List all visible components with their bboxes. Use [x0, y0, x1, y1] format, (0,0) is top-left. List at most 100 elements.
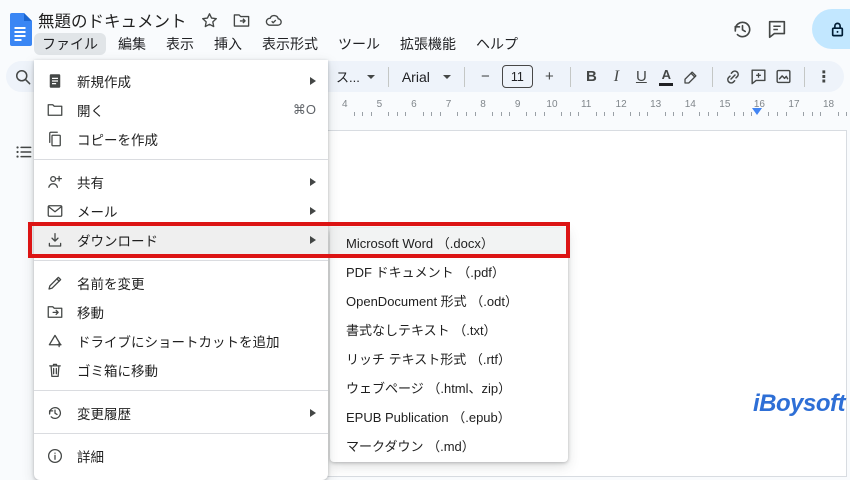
menubar-item-1[interactable]: 編集 — [110, 33, 154, 55]
star-icon[interactable] — [200, 11, 219, 30]
italic-button[interactable]: I — [604, 64, 629, 90]
app-header: 無題のドキュメント ファイル 編集 表示 挿入 表示形式 ツール 拡張機能 ヘルプ — [0, 0, 850, 60]
copy-icon — [46, 130, 64, 148]
ruler-number: 7 — [445, 99, 452, 110]
ruler-number: 6 — [411, 99, 417, 110]
file-menu-item-add-shortcut-to-drive[interactable]: ドライブにショートカットを追加 — [34, 326, 328, 355]
menu-item-label: 詳細 — [77, 449, 104, 465]
menubar-item-6[interactable]: 拡張機能 — [392, 33, 464, 55]
increase-font-size-button[interactable]: + — [537, 64, 562, 90]
google-docs-logo-icon[interactable] — [8, 13, 32, 46]
download-submenu-item-html-zip[interactable]: ウェブページ （.html、zip） — [330, 373, 568, 402]
file-menu-item-rename[interactable]: 名前を変更 — [34, 268, 328, 297]
styles-dropdown-label: ス... — [336, 70, 360, 85]
ruler-tick — [526, 112, 528, 116]
menubar-item-7[interactable]: ヘルプ — [468, 33, 526, 55]
ruler-tick — [561, 112, 563, 116]
menubar-item-0[interactable]: ファイル — [34, 33, 106, 55]
toolbar-divider — [463, 66, 465, 87]
folder-move-icon — [46, 303, 64, 321]
file-menu-item-move[interactable]: 移動 — [34, 297, 328, 326]
share-button[interactable] — [812, 9, 850, 49]
ruler-number: 9 — [514, 99, 521, 110]
menu-divider — [34, 433, 328, 434]
ruler-tick — [803, 112, 805, 116]
download-submenu-item-pdf[interactable]: PDF ドキュメント （.pdf） — [330, 257, 568, 286]
ruler-number: 14 — [684, 99, 696, 110]
styles-dropdown[interactable]: ス... — [331, 67, 380, 86]
ruler-tick — [846, 112, 848, 116]
chevron-down-icon — [366, 74, 375, 79]
menubar-item-2[interactable]: 表示 — [158, 33, 202, 55]
download-submenu-item-txt[interactable]: 書式なしテキスト （.txt） — [330, 315, 568, 344]
highlight-color-button[interactable] — [679, 64, 704, 90]
new-doc-icon — [46, 72, 64, 90]
menubar-item-3[interactable]: 挿入 — [206, 33, 250, 55]
ruler-tick — [396, 112, 398, 116]
version-history-icon[interactable] — [728, 15, 756, 43]
bold-button[interactable]: B — [579, 64, 604, 90]
font-family-dropdown[interactable]: Arial — [397, 69, 456, 85]
decrease-font-size-button[interactable]: − — [473, 64, 498, 90]
ruler-tick — [353, 112, 355, 116]
ruler-tick — [612, 112, 614, 116]
ruler-tick — [630, 112, 632, 116]
color-bar — [659, 83, 674, 86]
ruler-tick — [491, 112, 493, 116]
download-submenu-item-md[interactable]: マークダウン （.md） — [330, 431, 568, 460]
menubar-item-5[interactable]: ツール — [330, 33, 388, 55]
ruler-tick — [716, 112, 718, 116]
underline-button[interactable]: U — [629, 64, 654, 90]
ruler-tick — [733, 112, 735, 116]
menubar-item-4[interactable]: 表示形式 — [254, 33, 326, 55]
font-family-label: Arial — [401, 68, 430, 85]
toolbar-divider — [387, 66, 389, 87]
cloud-saved-icon[interactable] — [264, 11, 283, 30]
file-menu-item-email[interactable]: メール — [34, 196, 328, 225]
ruler-tick — [699, 112, 701, 116]
ruler-tick — [362, 112, 364, 116]
menu-item-shortcut: ⌘O — [292, 101, 316, 117]
text-color-button[interactable]: A — [654, 64, 679, 90]
menu-item-label: ドライブにショートカットを追加 — [77, 334, 280, 350]
history-icon — [46, 404, 64, 422]
ruler-tick — [707, 112, 709, 116]
highlight-annotation — [28, 222, 570, 258]
ruler-tick — [543, 112, 545, 116]
font-size-input[interactable]: 11 — [501, 65, 533, 88]
file-menu-item-open[interactable]: 開く ⌘O — [34, 95, 328, 124]
file-menu-item-move-to-trash[interactable]: ゴミ箱に移動 — [34, 355, 328, 384]
ruler-number: 12 — [615, 99, 627, 110]
document-outline-icon[interactable] — [13, 141, 35, 163]
download-submenu-item-odt[interactable]: OpenDocument 形式 （.odt） — [330, 286, 568, 315]
ruler-number: 4 — [342, 99, 348, 110]
insert-link-button[interactable] — [721, 64, 746, 90]
menu-item-label: メール — [77, 204, 118, 220]
move-to-folder-icon[interactable] — [232, 11, 251, 30]
ruler-tick — [751, 112, 753, 116]
ruler-tick — [509, 112, 511, 116]
ruler-tick — [682, 112, 684, 116]
more-options-button[interactable]: ⋮ — [813, 67, 835, 87]
file-menu-item-new[interactable]: 新規作成 — [34, 66, 328, 95]
ruler-tick — [465, 112, 467, 116]
submenu-arrow-icon — [310, 76, 316, 85]
ruler-tick — [474, 112, 476, 116]
download-submenu-item-rtf[interactable]: リッチ テキスト形式 （.rtf） — [330, 344, 568, 373]
file-menu-item-details[interactable]: 詳細 — [34, 441, 328, 470]
ruler-tick — [742, 112, 744, 116]
comments-icon[interactable] — [763, 15, 791, 43]
file-menu-item-version-history[interactable]: 変更履歴 — [34, 398, 328, 427]
add-comment-button[interactable] — [746, 64, 771, 90]
document-title[interactable]: 無題のドキュメント — [38, 8, 187, 32]
ruler-number: 10 — [546, 99, 558, 110]
ruler-tick — [777, 112, 779, 116]
iboysoft-watermark: iBoysoft — [753, 390, 846, 417]
file-menu-item-share[interactable]: 共有 — [34, 167, 328, 196]
download-submenu-item-epub[interactable]: EPUB Publication （.epub） — [330, 402, 568, 431]
insert-image-button[interactable] — [771, 64, 796, 90]
search-menus-button[interactable] — [12, 66, 34, 88]
menu-item-label: 共有 — [77, 175, 104, 191]
file-menu-item-make-copy[interactable]: コピーを作成 — [34, 124, 328, 153]
lock-icon — [827, 19, 848, 40]
